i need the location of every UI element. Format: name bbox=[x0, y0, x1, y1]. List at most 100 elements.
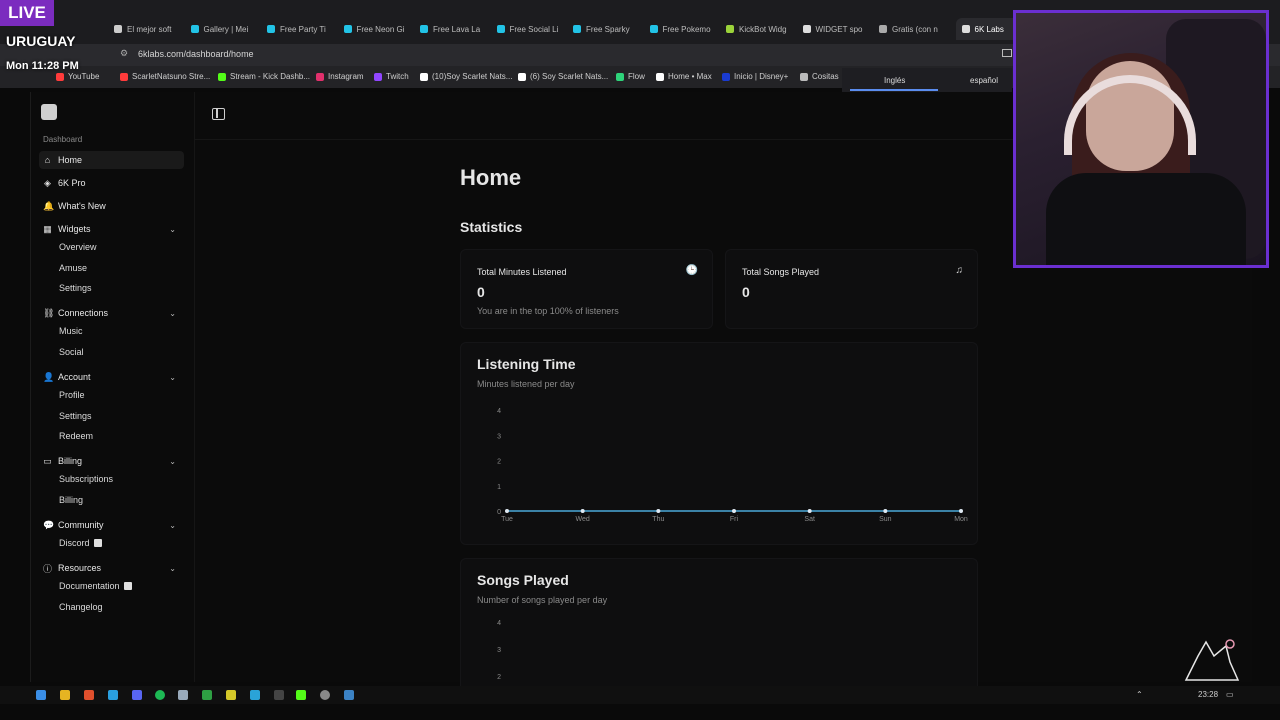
chevron-down-icon[interactable]: ⌄ bbox=[169, 521, 176, 530]
bookmark-label: Home • Max bbox=[668, 72, 712, 81]
spotify-icon[interactable] bbox=[155, 690, 165, 700]
bookmark-item[interactable]: Stream - Kick Dashb... bbox=[218, 72, 310, 81]
chevron-down-icon[interactable]: ⌄ bbox=[169, 457, 176, 466]
tab-favicon-icon bbox=[267, 25, 275, 33]
site-info-icon[interactable]: ⚙ bbox=[120, 48, 128, 59]
translate-active-underline bbox=[850, 89, 938, 91]
card-icon: ▭ bbox=[43, 455, 52, 466]
telegram-icon[interactable] bbox=[250, 690, 260, 700]
sidebar-subitem[interactable]: Music bbox=[59, 326, 83, 336]
bookmark-item[interactable]: (10)Soy Scarlet Nats... bbox=[420, 72, 512, 81]
cast-icon[interactable] bbox=[1002, 49, 1012, 57]
browser-tab[interactable]: Gratis (con n bbox=[879, 18, 947, 40]
sidebar-item-label: Billing bbox=[58, 456, 83, 466]
notification-icon[interactable]: ▭ bbox=[1226, 690, 1234, 699]
browser-tab[interactable]: Free Pokemo bbox=[649, 18, 718, 40]
chevron-down-icon[interactable]: ⌄ bbox=[169, 309, 176, 318]
tray-chevron-icon[interactable]: ⌃ bbox=[1136, 690, 1143, 699]
bookmark-item[interactable]: Instagram bbox=[316, 72, 364, 81]
sidebar-subitem[interactable]: Settings bbox=[59, 283, 92, 293]
app-icon[interactable] bbox=[274, 690, 284, 700]
steam-icon[interactable] bbox=[178, 690, 188, 700]
app-icon[interactable] bbox=[226, 690, 236, 700]
sidebar-toggle-icon[interactable] bbox=[212, 108, 225, 120]
brave-browser-icon[interactable] bbox=[84, 690, 94, 700]
browser-tab[interactable]: Free Sparky bbox=[573, 18, 641, 40]
bookmark-item[interactable]: Home • Max bbox=[656, 72, 712, 81]
sidebar-item-label: Home bbox=[58, 155, 83, 165]
sidebar-subitem[interactable]: Profile bbox=[59, 390, 85, 400]
xbox-icon[interactable] bbox=[202, 690, 212, 700]
sidebar-item-community[interactable]: 💬 Community ⌄ bbox=[39, 516, 184, 534]
sidebar-item-billing[interactable]: ▭ Billing ⌄ bbox=[39, 452, 184, 470]
discord-icon[interactable] bbox=[132, 690, 142, 700]
data-point bbox=[732, 509, 736, 513]
bookmark-item[interactable]: YouTube bbox=[56, 72, 99, 81]
browser-tab[interactable]: Free Lava La bbox=[420, 18, 488, 40]
tab-label: Gallery | Mei bbox=[203, 24, 249, 34]
sidebar-subitem[interactable]: Billing bbox=[59, 495, 83, 505]
6k-logo-icon[interactable] bbox=[41, 104, 57, 120]
bookmark-item[interactable]: Cositas bbox=[800, 72, 839, 81]
taskbar-clock[interactable]: 23:28 bbox=[1198, 690, 1218, 699]
sidebar-item-what-s-new[interactable]: 🔔 What's New bbox=[39, 197, 184, 215]
y-tick-label: 2 bbox=[497, 674, 501, 681]
app-icon[interactable] bbox=[344, 690, 354, 700]
sidebar-subitem[interactable]: Changelog bbox=[59, 602, 103, 612]
browser-tab[interactable]: Gallery | Mei bbox=[190, 18, 259, 40]
sidebar-item-widgets[interactable]: ▦ Widgets ⌄ bbox=[39, 220, 184, 238]
x-tick-label: Wed bbox=[576, 516, 590, 523]
link-icon: ⛓ bbox=[43, 307, 55, 318]
sidebar-section-label: Dashboard bbox=[43, 135, 83, 144]
sidebar-item-home[interactable]: ⌂ Home bbox=[39, 151, 184, 169]
data-point bbox=[807, 509, 812, 513]
tab-favicon-icon bbox=[343, 25, 352, 33]
bookmark-item[interactable]: Twitch bbox=[374, 72, 409, 81]
bookmark-item[interactable]: ScarletNatsuno Stre... bbox=[120, 72, 210, 81]
tab-favicon-icon bbox=[879, 25, 887, 33]
sidebar-subitem[interactable]: Documentation bbox=[59, 581, 132, 591]
home-icon: ⌂ bbox=[44, 155, 51, 165]
translate-lang-target[interactable]: español bbox=[970, 76, 998, 85]
sidebar-subitem[interactable]: Settings bbox=[59, 411, 92, 421]
y-tick-label: 2 bbox=[497, 459, 501, 466]
sidebar-item-account[interactable]: 👤 Account ⌄ bbox=[39, 368, 184, 386]
app-icon[interactable] bbox=[108, 690, 118, 700]
kick-icon[interactable] bbox=[296, 690, 306, 700]
bookmark-item[interactable]: Flow bbox=[616, 72, 645, 81]
browser-tab[interactable]: Free Neon Gi bbox=[343, 18, 412, 40]
chevron-down-icon[interactable]: ⌄ bbox=[169, 564, 176, 573]
url-text[interactable]: 6klabs.com/dashboard/home bbox=[138, 49, 254, 59]
browser-tab[interactable]: Free Social Li bbox=[496, 18, 565, 40]
bookmark-item[interactable]: (6) Soy Scarlet Nats... bbox=[518, 72, 608, 81]
gem-icon: ◈ bbox=[44, 177, 51, 188]
bookmark-item[interactable]: Inicio | Disney+ bbox=[722, 72, 788, 81]
sidebar-subitem[interactable]: Overview bbox=[59, 242, 97, 252]
bookmark-label: Flow bbox=[628, 72, 645, 81]
sidebar-item-label: Resources bbox=[58, 563, 102, 573]
browser-tab[interactable]: WIDGET spo bbox=[802, 18, 871, 40]
sidebar-subitem[interactable]: Redeem bbox=[59, 431, 93, 441]
obs-icon[interactable] bbox=[320, 690, 330, 700]
sidebar-subitem[interactable]: Social bbox=[59, 347, 84, 357]
tab-favicon-icon bbox=[496, 25, 505, 33]
fox-mascot-icon bbox=[1184, 639, 1240, 681]
sidebar-item-resources[interactable]: ⓘ Resources ⌄ bbox=[39, 559, 184, 577]
sidebar-item-6k-pro[interactable]: ◈ 6K Pro bbox=[39, 174, 184, 192]
start-button-icon[interactable] bbox=[36, 690, 46, 700]
sidebar-subitem[interactable]: Discord bbox=[59, 538, 102, 548]
chevron-down-icon[interactable]: ⌄ bbox=[169, 225, 176, 234]
user-icon: 👤 bbox=[43, 371, 55, 382]
sidebar-item-connections[interactable]: ⛓ Connections ⌄ bbox=[39, 304, 184, 322]
browser-tab[interactable]: Free Party Ti bbox=[267, 18, 335, 40]
sidebar-subitem[interactable]: Amuse bbox=[59, 263, 87, 273]
browser-tab[interactable]: El mejor soft bbox=[114, 18, 182, 40]
browser-tab[interactable]: KickBot Widg bbox=[726, 18, 794, 40]
stat-card-minutes: Total Minutes Listened 🕒 0 You are in th… bbox=[460, 249, 713, 329]
chevron-down-icon[interactable]: ⌄ bbox=[169, 373, 176, 382]
file-explorer-icon[interactable] bbox=[60, 690, 70, 700]
translate-lang-source[interactable]: Inglés bbox=[884, 76, 905, 85]
sidebar-subitem[interactable]: Subscriptions bbox=[59, 474, 113, 484]
sidebar-item-label: 6K Pro bbox=[58, 178, 86, 188]
external-link-icon bbox=[93, 539, 102, 547]
